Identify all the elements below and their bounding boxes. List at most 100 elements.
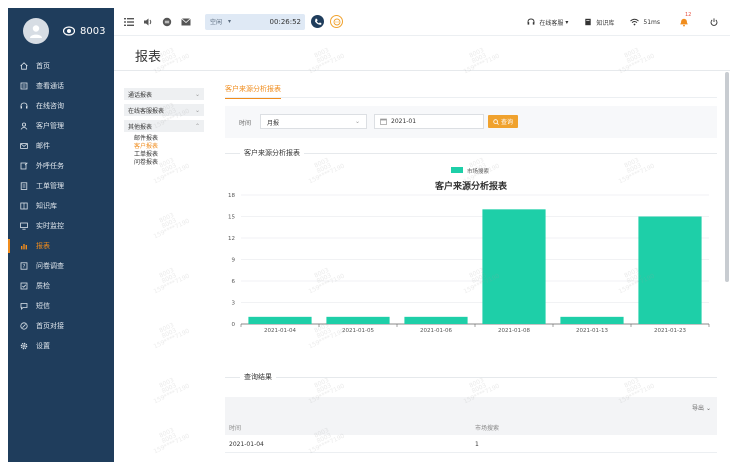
top-right-tools: 在线客服 ▾ 知识库 51ms 12 bbox=[511, 8, 722, 36]
y-tick-label: 9 bbox=[232, 258, 236, 264]
phone-icon bbox=[314, 18, 321, 25]
report-group-online[interactable]: 在线客服报表 ⌄ bbox=[124, 104, 204, 116]
x-tick-label: 2021-01-06 bbox=[420, 328, 452, 334]
date-input[interactable]: 2021-01 bbox=[374, 114, 484, 129]
volume-icon[interactable] bbox=[143, 17, 153, 27]
phone-button[interactable] bbox=[311, 15, 324, 28]
period-value: 月报 bbox=[267, 120, 280, 127]
call-timer: 00:26:52 bbox=[269, 17, 301, 26]
bar bbox=[638, 216, 702, 324]
bar bbox=[326, 316, 390, 324]
sidebar-item-customer[interactable]: 客户管理 bbox=[8, 116, 114, 136]
sidebar-item-quality[interactable]: 质检 bbox=[8, 276, 114, 296]
sidebar-item-ticket[interactable]: 工单管理 bbox=[8, 176, 114, 196]
book-icon bbox=[20, 202, 28, 210]
sidebar-item-book[interactable]: 知识库 bbox=[8, 196, 114, 216]
report-item-ticket[interactable]: 工单报表 bbox=[124, 151, 204, 159]
profile-area: 8003 bbox=[8, 8, 114, 54]
chevron-down-icon: ⌄ bbox=[354, 118, 360, 125]
period-select[interactable]: 月报 ⌄ bbox=[260, 114, 367, 129]
report-item-customer[interactable]: 客户报表 bbox=[124, 143, 204, 151]
integration-icon bbox=[20, 322, 28, 330]
query-button[interactable]: 查询 bbox=[488, 115, 518, 128]
watermark-text: 159****7190 bbox=[617, 52, 656, 76]
headset-icon bbox=[527, 18, 535, 25]
sidebar-item-phone-record[interactable]: 查看通话 bbox=[8, 76, 114, 96]
online-service-menu[interactable]: 在线客服 ▾ bbox=[527, 18, 568, 27]
report-group-other[interactable]: 其他报表 ⌃ bbox=[124, 120, 204, 132]
watermark-text: 8003 bbox=[160, 217, 178, 230]
watermark-text: 159****7190 bbox=[152, 272, 191, 296]
y-tick-label: 0 bbox=[232, 322, 236, 328]
sidebar-item-headset[interactable]: 在线咨询 bbox=[8, 96, 114, 116]
sidebar-item-integration[interactable]: 首页对接 bbox=[8, 316, 114, 336]
export-button[interactable]: 导出 ⌄ bbox=[692, 403, 711, 412]
watermark-text: 159****7190 bbox=[307, 52, 346, 76]
sidebar-item-monitor[interactable]: 实时监控 bbox=[8, 216, 114, 236]
phone-record-icon bbox=[20, 82, 28, 90]
y-tick-label: 12 bbox=[228, 236, 235, 242]
report-group-call[interactable]: 通话报表 ⌄ bbox=[124, 88, 204, 100]
avatar[interactable] bbox=[23, 18, 49, 44]
sidebar-item-mail[interactable]: 邮件 bbox=[8, 136, 114, 156]
table-header: 时间 市场搜索 bbox=[225, 417, 717, 435]
results-toolbar: 导出 ⌄ bbox=[225, 397, 717, 417]
watermark: 8003 8003 159****7190 bbox=[148, 263, 191, 296]
export-label: 导出 bbox=[692, 405, 705, 412]
chart-panel: 市场搜索 客户来源分析报表 0 3 6 9 12 15 18 2021-01-04 2021-01-… bbox=[225, 164, 717, 362]
sidebar-item-label: 工单管理 bbox=[36, 182, 64, 190]
report-item-mail[interactable]: 邮件报表 bbox=[124, 135, 204, 143]
cell-value: 1 bbox=[475, 441, 479, 448]
watermark-text: 8003 bbox=[315, 52, 333, 65]
chart-section-header: 客户来源分析报表 bbox=[225, 148, 717, 158]
watermark-text: 8003 bbox=[160, 327, 178, 340]
power-icon bbox=[710, 18, 718, 26]
sidebar-item-label: 短信 bbox=[36, 302, 50, 310]
y-tick-label: 6 bbox=[232, 279, 236, 285]
sidebar-item-label: 首页 bbox=[36, 62, 50, 70]
watermark: 8003 8003 159****7190 bbox=[148, 208, 191, 241]
y-tick-label: 15 bbox=[228, 215, 235, 221]
header-market-search: 市场搜索 bbox=[475, 425, 500, 432]
report-item-survey[interactable]: 问卷报表 bbox=[124, 159, 204, 167]
page-scrollbar[interactable] bbox=[725, 72, 729, 282]
chat-button[interactable] bbox=[330, 15, 343, 28]
watermark-text: 8003 bbox=[160, 432, 178, 445]
sidebar-item-outbound-task[interactable]: 外呼任务 bbox=[8, 156, 114, 176]
watermark-text: 8003 bbox=[158, 376, 176, 390]
watermark: 8003 8003 159****7190 bbox=[148, 318, 191, 351]
sidebar-item-home[interactable]: 首页 bbox=[8, 56, 114, 76]
watermark-text: 159****7190 bbox=[152, 217, 191, 241]
watermark-text: 8003 bbox=[158, 426, 176, 440]
report-group-label: 其他报表 bbox=[128, 123, 153, 131]
logout-button[interactable] bbox=[710, 18, 722, 26]
results-section-header: 查询结果 bbox=[225, 372, 717, 382]
search-icon bbox=[493, 118, 499, 125]
sidebar-item-settings[interactable]: 设置 bbox=[8, 336, 114, 356]
watermark-text: 159****7190 bbox=[152, 432, 191, 456]
agent-status-label: 空闲 bbox=[210, 19, 223, 26]
x-tick-label: 2021-01-23 bbox=[654, 328, 686, 334]
title-divider bbox=[114, 70, 730, 71]
outbound-task-icon bbox=[20, 162, 28, 170]
book-icon bbox=[585, 18, 592, 26]
customer-icon bbox=[20, 122, 28, 130]
filter-bar: 时间 月报 ⌄ 2021-01 查询 bbox=[225, 106, 717, 138]
chat-bubble-icon[interactable] bbox=[162, 17, 172, 27]
sidebar-item-sms[interactable]: 短信 bbox=[8, 296, 114, 316]
knowledge-link[interactable]: 知识库 bbox=[584, 18, 614, 27]
notification-button[interactable]: 12 bbox=[680, 12, 692, 27]
results-table: 导出 ⌄ 时间 市场搜索 2021-01-04 1 bbox=[225, 397, 717, 457]
chart-section-title: 客户来源分析报表 bbox=[240, 148, 304, 158]
sidebar-item-survey[interactable]: ? 问卷调查 bbox=[8, 256, 114, 276]
list-icon[interactable] bbox=[124, 17, 134, 27]
message-icon[interactable] bbox=[181, 17, 191, 27]
chevron-up-icon: ⌃ bbox=[194, 122, 200, 130]
sidebar-item-label: 报表 bbox=[36, 242, 50, 250]
nav-list: 首页 查看通话 在线咨询 客户管理 邮件 外呼任务 工单管理 知识库 实时监控 报表? 问卷调查 质检… bbox=[8, 56, 114, 356]
survey-icon: ? bbox=[20, 262, 28, 270]
sidebar-item-label: 问卷调查 bbox=[36, 262, 64, 270]
sidebar-item-report[interactable]: 报表 bbox=[8, 236, 114, 256]
agent-status-select[interactable]: 空闲 ▾ 00:26:52 bbox=[205, 13, 305, 30]
bar bbox=[560, 316, 624, 324]
